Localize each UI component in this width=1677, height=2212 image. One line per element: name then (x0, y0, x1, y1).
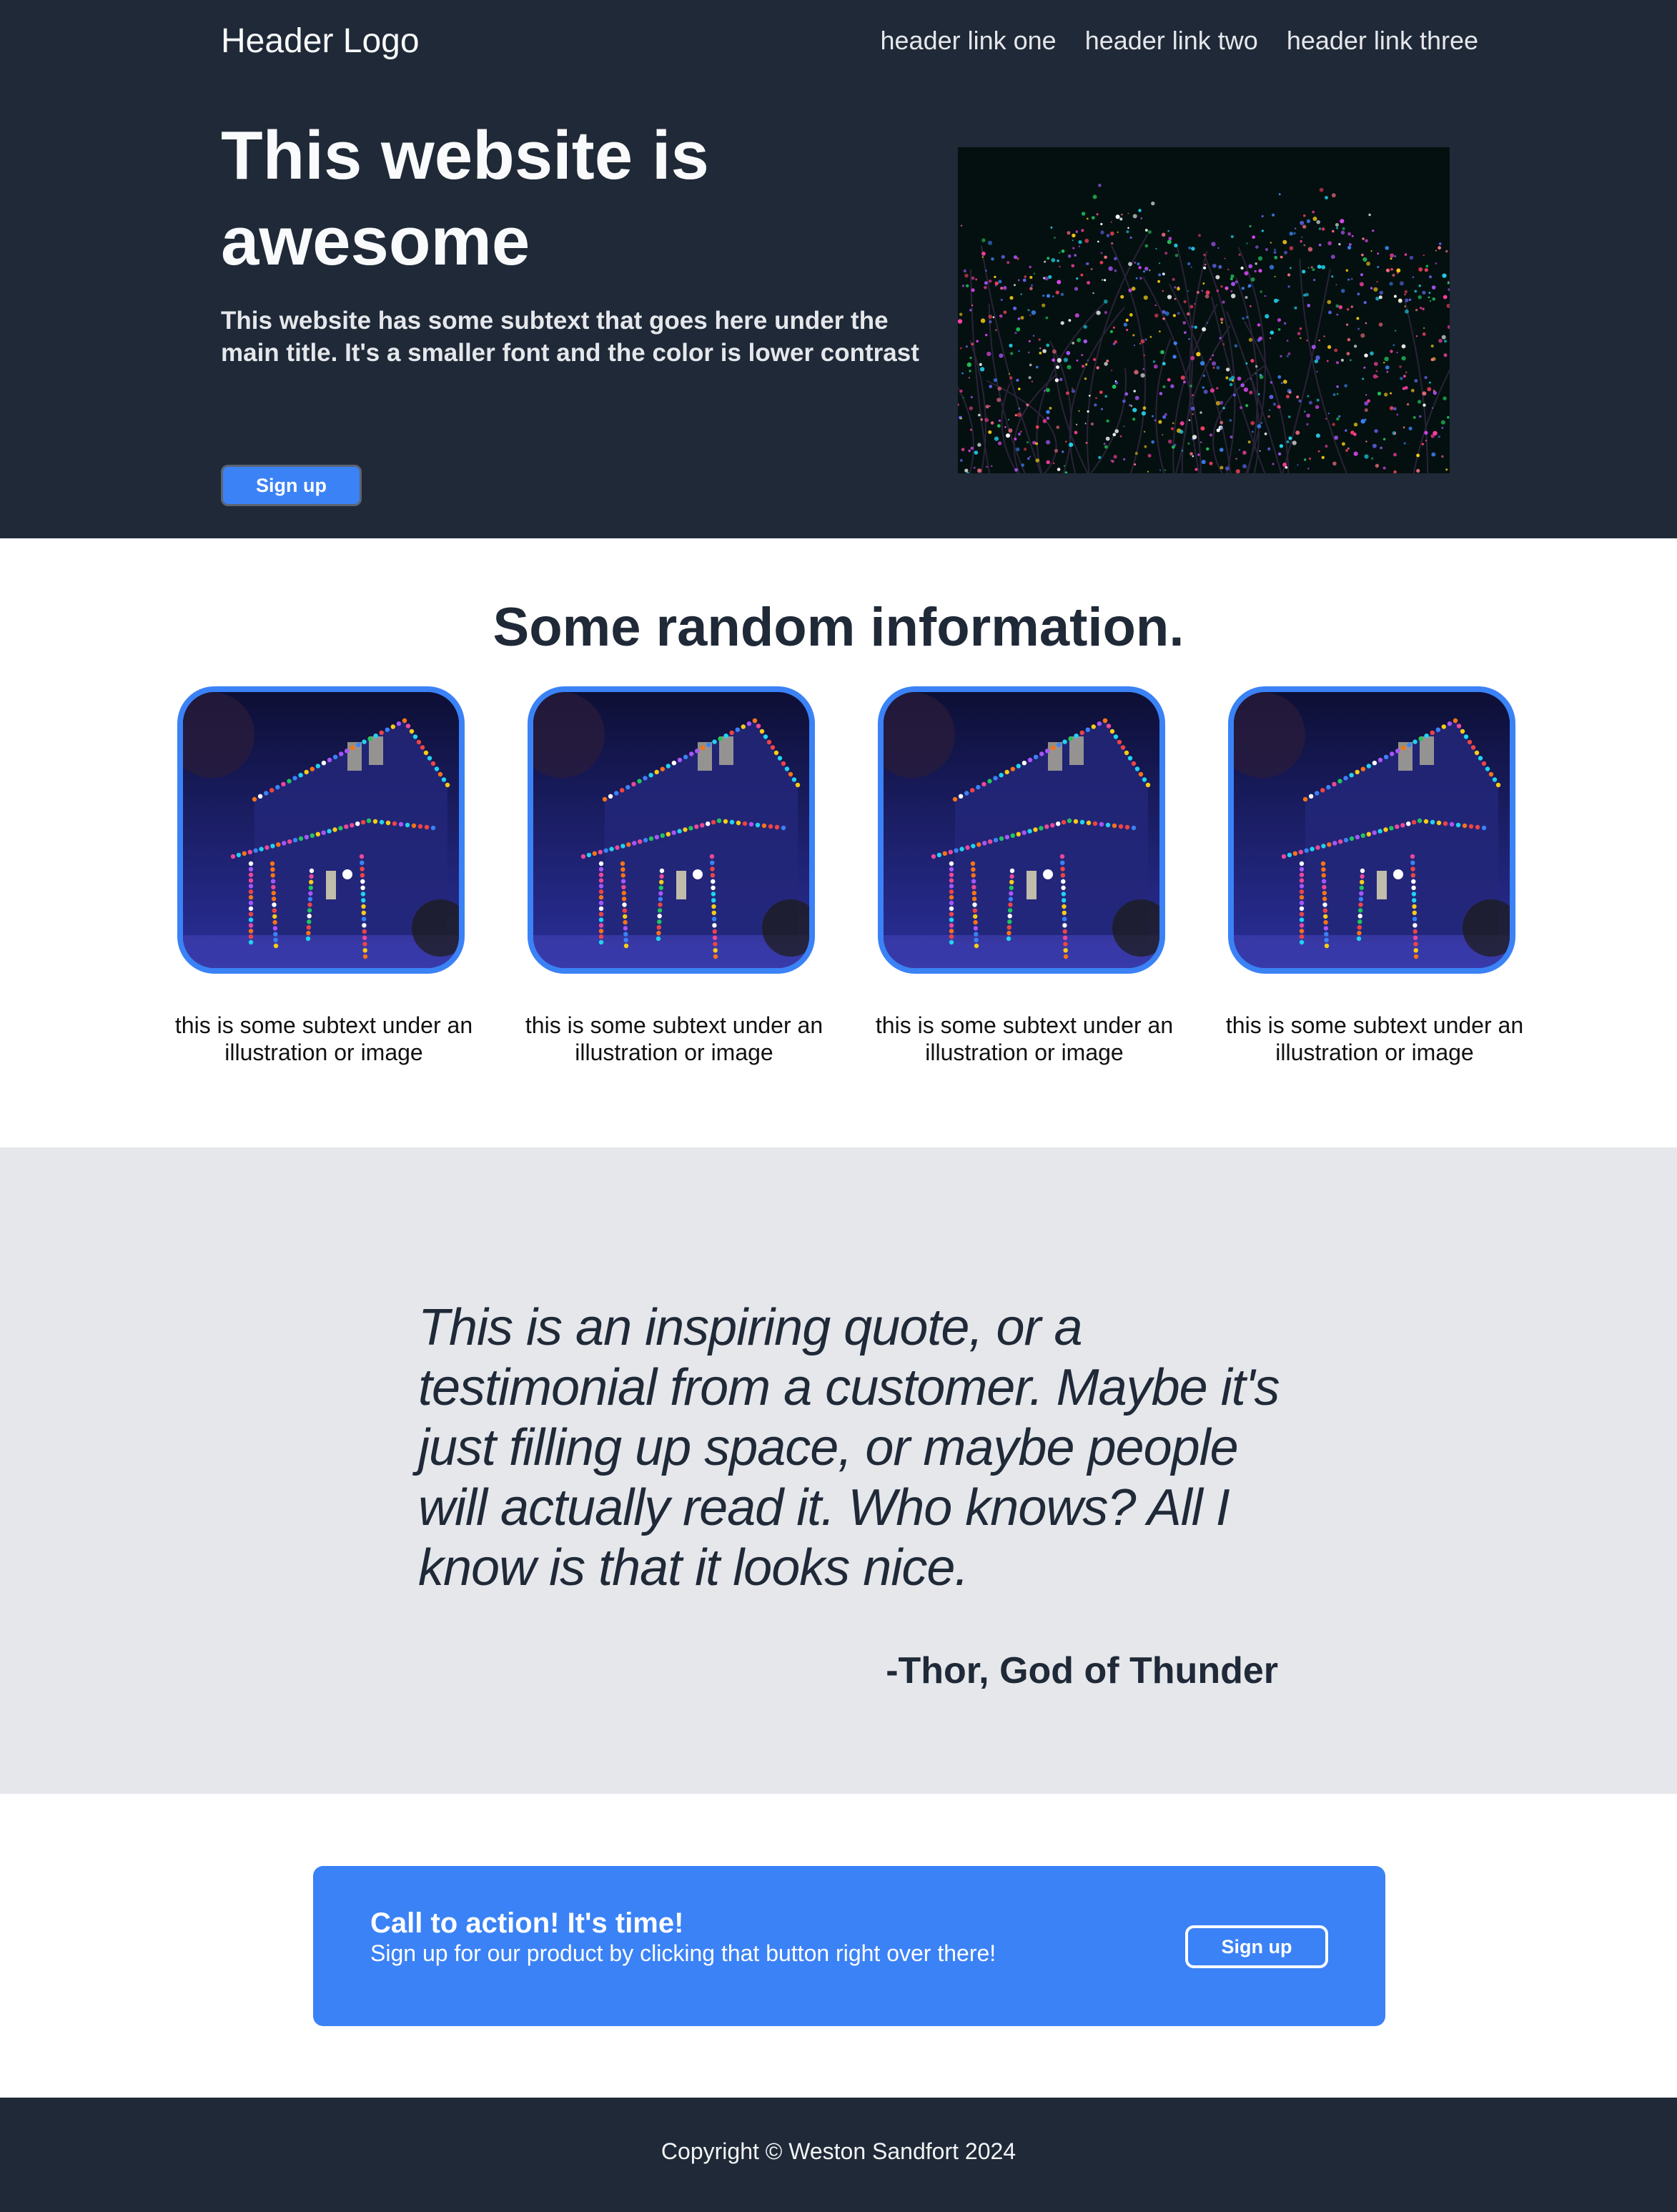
card-subtext: this is some subtext under an illustrati… (174, 1012, 473, 1065)
info-title: Some random information. (493, 597, 1184, 658)
lit-house-image (177, 686, 465, 974)
info-card: this is some subtext under an illustrati… (1225, 686, 1525, 1066)
info-card: this is some subtext under an illustrati… (174, 686, 474, 1066)
quote-author: -Thor, God of Thunder (886, 1650, 1278, 1692)
info-card: this is some subtext under an illustrati… (524, 686, 824, 1066)
call-to-action-box: Call to action! It's time! Sign up for o… (313, 1866, 1385, 2026)
hero-sign-up-button[interactable]: Sign up (221, 465, 362, 506)
testimonial-quote: This is an inspiring quote, or a testimo… (418, 1299, 1280, 1596)
header-logo[interactable]: Header Logo (221, 20, 420, 63)
card-subtext: this is some subtext under an illustrati… (875, 1012, 1174, 1065)
header-link-one[interactable]: header link one (881, 23, 1057, 59)
quote-section: This is an inspiring quote, or a testimo… (0, 1147, 1677, 1794)
footer: Copyright © Weston Sandfort 2024 (0, 2098, 1677, 2212)
cta-subtext: Sign up for our product by clicking that… (370, 1940, 996, 1966)
lit-house-image (1228, 686, 1515, 974)
info-card: this is some subtext under an illustrati… (874, 686, 1174, 1066)
header-nav: header link one header link two header l… (881, 23, 1479, 59)
footer-copyright: Copyright © Weston Sandfort 2024 (661, 2138, 1016, 2164)
header-link-two[interactable]: header link two (1085, 23, 1258, 59)
string-lights-trees-image (958, 147, 1450, 473)
hero-subtext: This website has some subtext that goes … (221, 307, 919, 367)
card-subtext: this is some subtext under an illustrati… (1225, 1012, 1524, 1065)
header-link-three[interactable]: header link three (1287, 23, 1478, 59)
hero-section: Header Logo header link one header link … (0, 0, 1677, 538)
lit-house-image (878, 686, 1165, 974)
hero-title: This website is awesome (221, 117, 709, 280)
cta-title: Call to action! It's time! (370, 1907, 684, 1939)
lit-house-image (528, 686, 815, 974)
card-subtext: this is some subtext under an illustrati… (525, 1012, 823, 1065)
cta-sign-up-button[interactable]: Sign up (1185, 1925, 1328, 1968)
